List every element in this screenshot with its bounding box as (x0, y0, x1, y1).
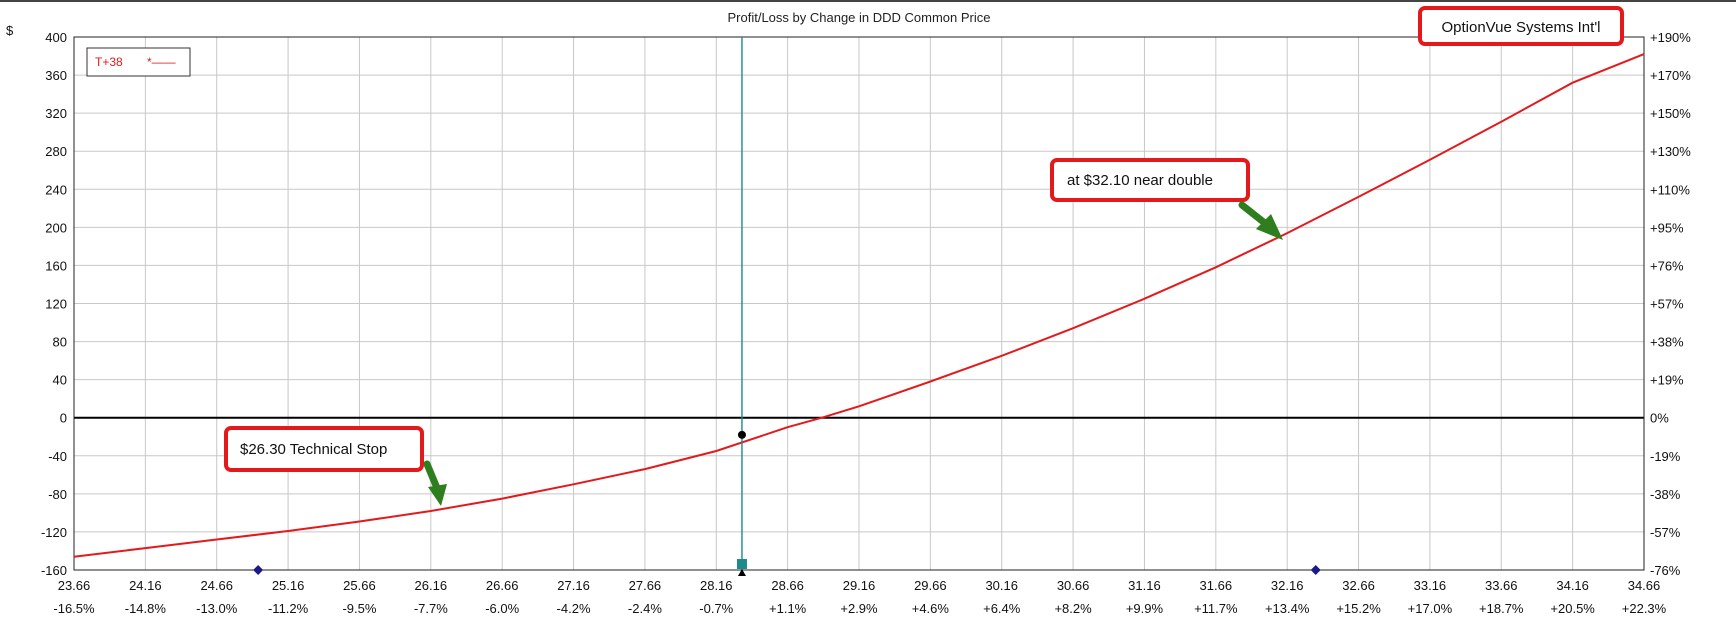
x-tick-label: 30.66 (1057, 578, 1090, 593)
y-tick-pct-label: +38% (1650, 335, 1684, 350)
y-tick-label: 80 (53, 335, 67, 350)
current-point (737, 430, 746, 439)
x-tick-label: 23.66 (58, 578, 91, 593)
y-tick-label: 400 (45, 30, 67, 45)
x-tick-label: 30.16 (985, 578, 1018, 593)
x-tick-pct-label: +2.9% (840, 601, 878, 616)
x-tick-pct-label: -4.2% (557, 601, 591, 616)
annotation-stop: $26.30 Technical Stop (224, 426, 424, 472)
y-tick-pct-label: -76% (1650, 563, 1681, 578)
y-tick-label: 280 (45, 144, 67, 159)
x-tick-pct-label: +6.4% (983, 601, 1021, 616)
y-tick-pct-label: +150% (1650, 106, 1691, 121)
chart-background (0, 0, 1736, 627)
x-tick-pct-label: -2.4% (628, 601, 662, 616)
vendor-callout-text: OptionVue Systems Int'l (1441, 19, 1600, 36)
y-tick-pct-label: -57% (1650, 525, 1681, 540)
pl-chart: Profit/Loss by Change in DDD Common Pric… (0, 0, 1736, 627)
x-tick-label: 27.16 (557, 578, 590, 593)
y-tick-label: 40 (53, 373, 67, 388)
y-tick-pct-label: +190% (1650, 30, 1691, 45)
y-tick-pct-label: +19% (1650, 373, 1684, 388)
x-tick-label: 34.16 (1556, 578, 1589, 593)
y-tick-pct-label: +170% (1650, 68, 1691, 83)
x-tick-pct-label: -9.5% (342, 601, 376, 616)
x-tick-label: 24.66 (200, 578, 233, 593)
x-tick-pct-label: +18.7% (1479, 601, 1524, 616)
y-tick-label: 160 (45, 258, 67, 273)
y-tick-pct-label: +57% (1650, 297, 1684, 312)
x-tick-label: 25.66 (343, 578, 376, 593)
x-tick-pct-label: -0.7% (699, 601, 733, 616)
y-tick-pct-label: -38% (1650, 487, 1681, 502)
y-tick-label: -160 (41, 563, 67, 578)
annotation-double: at $32.10 near double (1050, 158, 1250, 202)
x-tick-pct-label: +13.4% (1265, 601, 1310, 616)
x-tick-pct-label: +20.5% (1550, 601, 1595, 616)
x-tick-pct-label: -16.5% (53, 601, 95, 616)
x-tick-pct-label: +1.1% (769, 601, 807, 616)
x-tick-label: 25.16 (272, 578, 305, 593)
x-tick-label: 28.16 (700, 578, 733, 593)
y-tick-label: -120 (41, 525, 67, 540)
y-tick-label: -80 (48, 487, 67, 502)
y-tick-pct-label: -19% (1650, 449, 1681, 464)
x-tick-pct-label: -11.2% (268, 601, 309, 616)
y-tick-pct-label: 0% (1650, 411, 1669, 426)
x-tick-label: 24.16 (129, 578, 162, 593)
x-tick-pct-label: -14.8% (125, 601, 167, 616)
x-tick-pct-label: +9.9% (1126, 601, 1164, 616)
x-tick-label: 26.16 (415, 578, 448, 593)
y-tick-pct-label: +76% (1650, 258, 1684, 273)
legend-series-label: T+38 (95, 55, 123, 69)
x-tick-pct-label: -6.0% (485, 601, 519, 616)
x-tick-label: 33.16 (1414, 578, 1447, 593)
x-tick-label: 33.66 (1485, 578, 1518, 593)
x-tick-label: 29.66 (914, 578, 947, 593)
x-tick-label: 34.66 (1628, 578, 1661, 593)
x-tick-label: 26.66 (486, 578, 519, 593)
x-tick-label: 27.66 (629, 578, 662, 593)
x-tick-pct-label: -13.0% (196, 601, 238, 616)
y-tick-label: -40 (48, 449, 67, 464)
y-tick-pct-label: +110% (1650, 182, 1690, 197)
x-tick-pct-label: +8.2% (1054, 601, 1092, 616)
legend-series-marker: *—— (147, 55, 176, 69)
x-tick-label: 31.66 (1200, 578, 1233, 593)
x-tick-pct-label: +17.0% (1408, 601, 1453, 616)
x-tick-pct-label: +15.2% (1336, 601, 1381, 616)
y-tick-pct-label: +95% (1650, 220, 1684, 235)
chart-title: Profit/Loss by Change in DDD Common Pric… (728, 10, 991, 25)
x-tick-pct-label: +11.7% (1194, 601, 1238, 616)
y-tick-label: 200 (45, 220, 67, 235)
x-tick-label: 32.66 (1342, 578, 1375, 593)
annotation-stop-text: $26.30 Technical Stop (240, 441, 387, 458)
y-tick-label: 320 (45, 106, 67, 121)
current-price-square (736, 559, 747, 569)
x-tick-pct-label: +22.3% (1622, 601, 1667, 616)
vendor-callout: OptionVue Systems Int'l (1418, 6, 1624, 46)
y-tick-label: 240 (45, 182, 67, 197)
y-tick-label: 120 (45, 297, 67, 312)
legend: T+38 *—— (86, 47, 191, 77)
x-tick-label: 31.16 (1128, 578, 1161, 593)
x-tick-label: 29.16 (843, 578, 876, 593)
y-tick-pct-label: +130% (1650, 144, 1691, 159)
currency-symbol: $ (6, 23, 14, 38)
x-tick-pct-label: -7.7% (414, 601, 448, 616)
y-tick-label: 0 (60, 411, 67, 426)
annotation-double-text: at $32.10 near double (1067, 172, 1213, 189)
x-tick-pct-label: +4.6% (912, 601, 950, 616)
y-tick-label: 360 (45, 68, 67, 83)
x-tick-label: 28.66 (771, 578, 804, 593)
x-tick-label: 32.16 (1271, 578, 1304, 593)
